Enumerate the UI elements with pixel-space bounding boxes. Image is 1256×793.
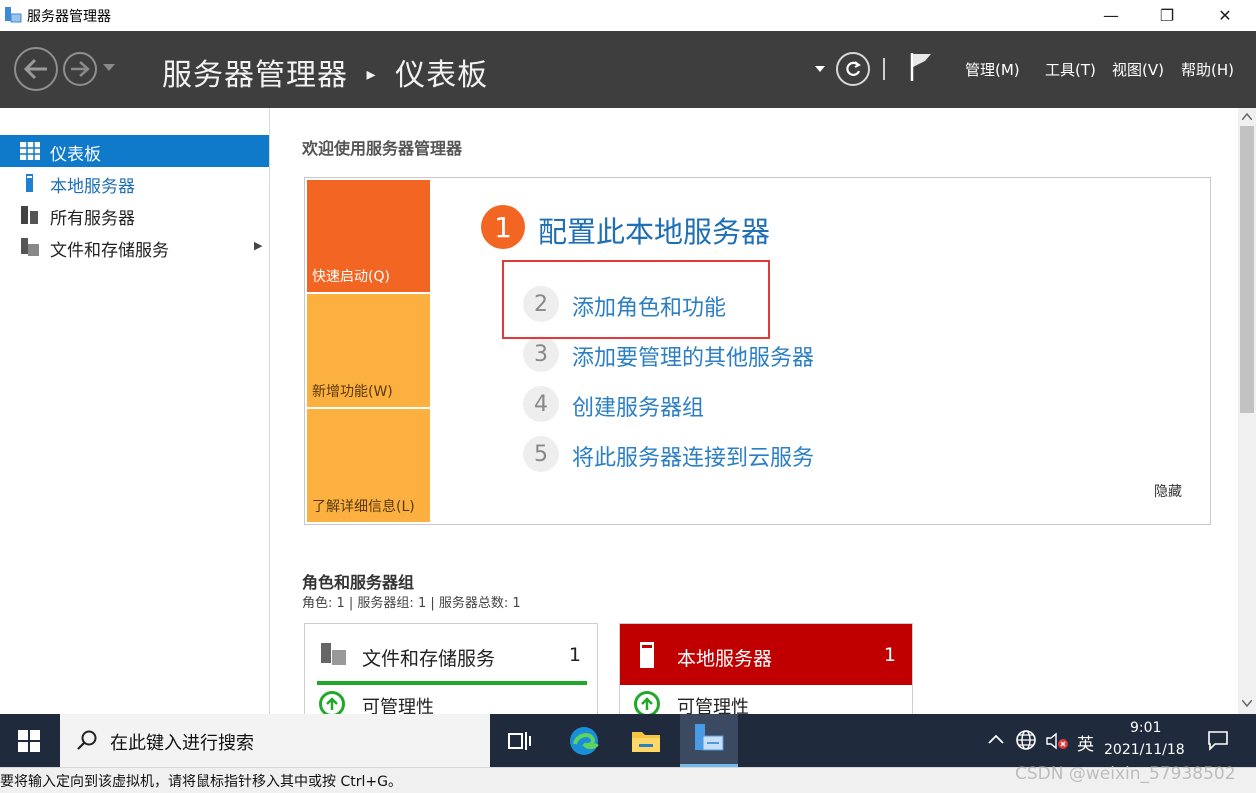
edge-icon [570, 726, 599, 755]
task-view-button[interactable] [491, 714, 549, 767]
restore-button[interactable]: ❐ [1144, 0, 1190, 31]
server-manager-app-icon [4, 6, 22, 24]
minimize-button[interactable]: — [1088, 0, 1134, 31]
clock-date[interactable]: 2021/11/18 [1104, 742, 1185, 758]
storage-icon [321, 643, 346, 665]
refresh-icon [846, 61, 861, 76]
folder-icon [632, 731, 660, 752]
action-center-icon[interactable] [1207, 729, 1229, 751]
card-title: 本地服务器 [677, 648, 773, 670]
scroll-down-icon[interactable] [1242, 700, 1252, 707]
card-count: 1 [568, 644, 581, 666]
hide-link[interactable]: 隐藏 [1154, 481, 1182, 501]
task-view-icon [508, 731, 531, 750]
server-icon [640, 642, 654, 668]
breadcrumb-app: 服务器管理器 [162, 58, 348, 93]
taskbar-search-box[interactable]: 在此键入进行搜索 [60, 714, 490, 767]
step-3-number: 3 [523, 336, 559, 372]
edge-browser-button[interactable] [555, 714, 613, 767]
windows-logo-icon [18, 729, 40, 752]
quick-start-panel: 快速启动(Q) 新增功能(W) 了解详细信息(L) 1 配置此本地服务器 2 添… [304, 177, 1211, 525]
ime-indicator[interactable]: 英 [1077, 730, 1094, 755]
status-bar-green [317, 681, 587, 685]
vm-status-text: 要将输入定向到该虚拟机，请将鼠标指针移入其中或按 Ctrl+G。 [0, 774, 402, 790]
sidebar-item-dashboard[interactable]: 仪表板 [0, 135, 269, 167]
network-globe-icon[interactable] [1015, 729, 1037, 751]
header-divider [883, 58, 885, 80]
tile-label: 了解详细信息(L) [312, 499, 415, 515]
servers-icon [21, 206, 38, 224]
role-card-local-server[interactable]: 本地服务器 1 可管理性 [619, 623, 913, 723]
server-manager-icon [695, 724, 724, 751]
connect-cloud-link[interactable]: 将此服务器连接到云服务 [572, 440, 814, 472]
refresh-dropdown-icon[interactable] [815, 66, 825, 73]
window-title: 服务器管理器 [27, 9, 111, 25]
start-button[interactable] [0, 714, 58, 767]
file-explorer-button[interactable] [617, 714, 675, 767]
create-server-group-link[interactable]: 创建服务器组 [572, 390, 704, 422]
server-icon [26, 174, 33, 192]
history-dropdown-icon[interactable] [103, 64, 115, 72]
dashboard-icon [20, 142, 40, 160]
role-card-file-storage[interactable]: 文件和存储服务 1 可管理性 [304, 623, 598, 723]
search-icon [77, 730, 97, 750]
server-manager-taskbar-button[interactable] [680, 714, 738, 767]
forward-arrow-icon [71, 61, 90, 77]
tray-overflow-icon[interactable] [988, 734, 1004, 744]
clock-time[interactable]: 9:01 [1130, 720, 1161, 736]
back-button[interactable] [14, 47, 58, 91]
refresh-button[interactable] [836, 52, 870, 86]
expand-arrow-icon[interactable]: ▶ [254, 239, 262, 252]
forward-button[interactable] [63, 52, 97, 86]
app-header: 服务器管理器 ▸ 仪表板 管理(M) 工具(T) 视图(V) 帮助(H) [0, 31, 1256, 108]
step-1-number: 1 [481, 205, 525, 249]
speaker-muted-icon[interactable] [1045, 731, 1069, 751]
watermark: CSDN @weixin_57938502 [1015, 764, 1236, 784]
sidebar: 仪表板 本地服务器 所有服务器 文件和存储服务 ▶ [0, 108, 270, 714]
tile-label: 快速启动(Q) [312, 269, 390, 285]
sidebar-item-label: 仪表板 [50, 145, 101, 165]
dashboard-content: 欢迎使用服务器管理器 快速启动(Q) 新增功能(W) 了解详细信息(L) 1 配… [271, 108, 1238, 723]
sidebar-item-local-server[interactable]: 本地服务器 [0, 167, 269, 199]
taskbar: 在此键入进行搜索 英 9:01 2021/11/18 [0, 714, 1256, 767]
add-servers-link[interactable]: 添加要管理的其他服务器 [572, 340, 814, 372]
breadcrumb-page: 仪表板 [395, 58, 489, 93]
sidebar-item-label: 所有服务器 [50, 209, 135, 229]
back-arrow-icon [23, 58, 47, 80]
card-title: 文件和存储服务 [362, 648, 496, 670]
tile-label: 新增功能(W) [312, 384, 393, 400]
sidebar-item-label: 本地服务器 [50, 177, 135, 197]
highlight-annotation-box [502, 260, 770, 339]
vertical-scrollbar[interactable] [1238, 108, 1256, 714]
scroll-up-icon[interactable] [1242, 113, 1252, 120]
tile-whats-new[interactable]: 新增功能(W) [307, 294, 430, 407]
card-count: 1 [883, 644, 896, 666]
breadcrumb: 服务器管理器 ▸ 仪表板 [162, 50, 488, 94]
menu-view[interactable]: 视图(V) [1112, 59, 1164, 80]
close-button[interactable]: ✕ [1202, 0, 1248, 31]
sidebar-item-label: 文件和存储服务 [50, 241, 169, 261]
breadcrumb-separator: ▸ [366, 64, 377, 85]
configure-local-server-link[interactable]: 配置此本地服务器 [538, 209, 770, 251]
title-bar: 服务器管理器 — ❐ ✕ [0, 0, 1256, 31]
welcome-heading: 欢迎使用服务器管理器 [302, 139, 463, 158]
scroll-thumb[interactable] [1240, 126, 1254, 413]
roles-heading: 角色和服务器组 [302, 573, 415, 592]
menu-tools[interactable]: 工具(T) [1045, 59, 1096, 80]
storage-icon [21, 238, 39, 256]
sidebar-item-file-storage[interactable]: 文件和存储服务 ▶ [0, 231, 269, 263]
step-5-number: 5 [523, 436, 559, 472]
roles-summary: 角色: 1 | 服务器组: 1 | 服务器总数: 1 [302, 596, 521, 611]
tile-quick-start[interactable]: 快速启动(Q) [307, 180, 430, 292]
step-4-number: 4 [523, 386, 559, 422]
sidebar-item-all-servers[interactable]: 所有服务器 [0, 199, 269, 231]
notifications-flag-icon[interactable] [909, 51, 935, 83]
menu-help[interactable]: 帮助(H) [1181, 59, 1234, 80]
search-placeholder: 在此键入进行搜索 [110, 733, 254, 754]
menu-manage[interactable]: 管理(M) [965, 59, 1020, 80]
tile-learn-more[interactable]: 了解详细信息(L) [307, 409, 430, 522]
